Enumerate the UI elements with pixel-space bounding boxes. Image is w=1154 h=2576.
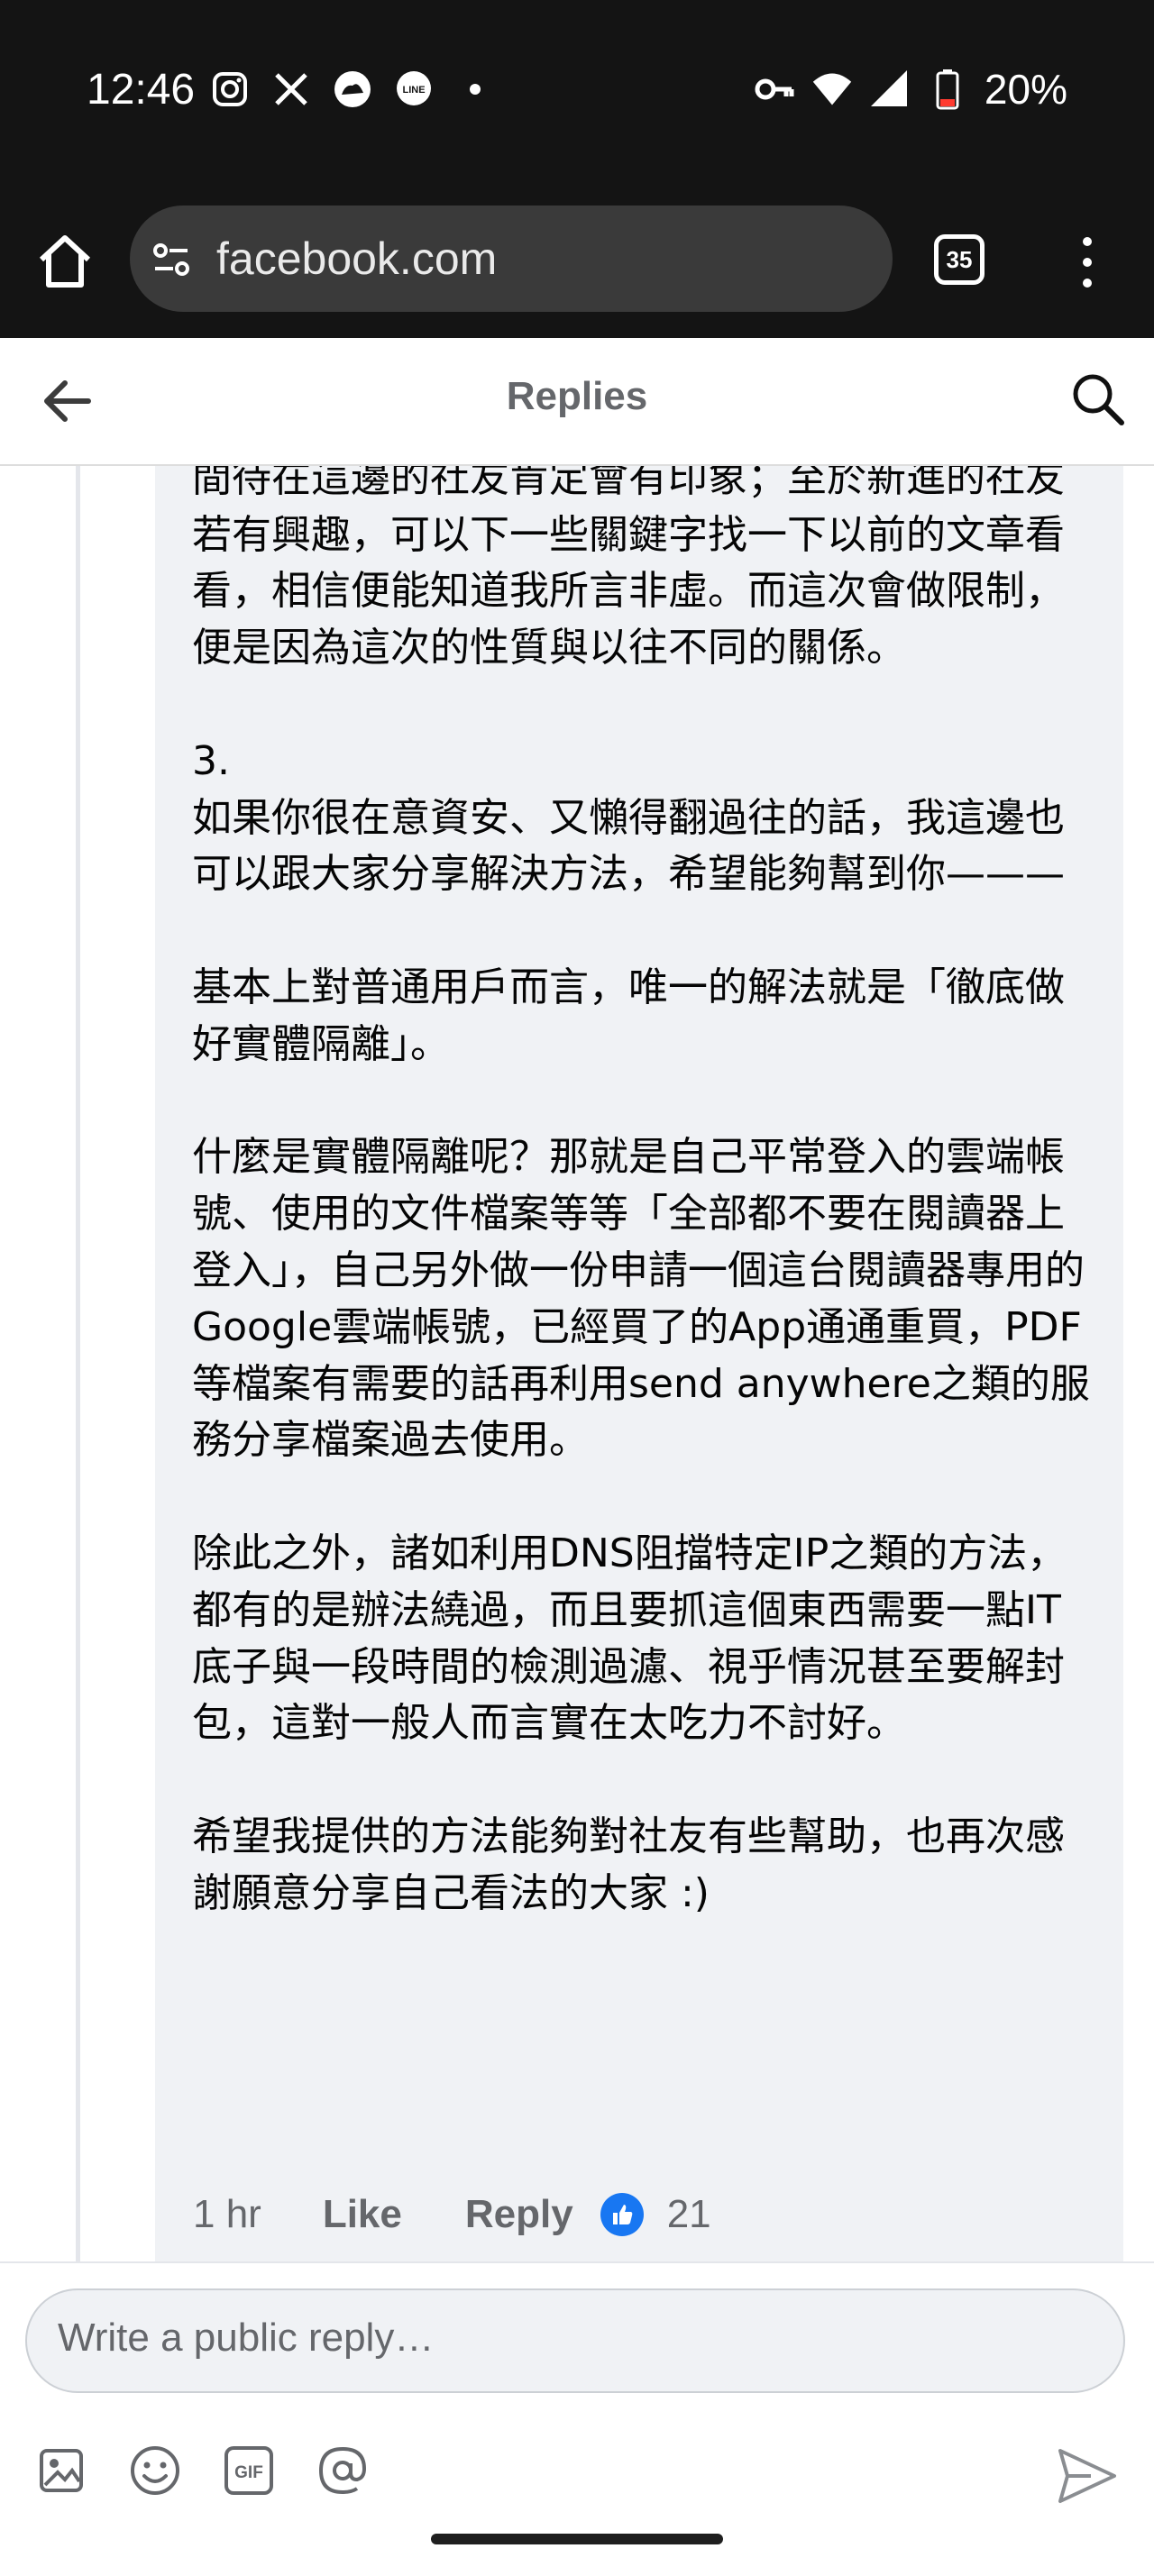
comment-timestamp[interactable]: 1 hr — [193, 2192, 261, 2237]
mention-icon[interactable] — [316, 2444, 370, 2498]
comment-thread[interactable]: 討論，而我們從來都是歡迎討論的態度，相信長時間待在這邊的社友肯定會有印象；至於新… — [0, 466, 1154, 2261]
clock: 12:46 — [87, 66, 196, 114]
url-text: facebook.com — [216, 233, 498, 284]
thumbs-up-icon[interactable] — [600, 2193, 644, 2236]
signal-icon — [869, 69, 911, 110]
composer-tools: GIF — [34, 2444, 370, 2498]
status-bar: 12:46 LINE 20% — [0, 0, 1154, 189]
home-icon[interactable] — [32, 229, 97, 294]
comment-body: 討論，而我們從來都是歡迎討論的態度，相信長時間待在這邊的社友肯定會有印象；至於新… — [192, 466, 1090, 1916]
more-options-icon[interactable] — [1069, 231, 1105, 294]
dot-icon — [454, 69, 496, 110]
svg-text:GIF: GIF — [234, 2463, 263, 2482]
tab-switcher-button[interactable]: 35 — [934, 234, 985, 285]
comment-actions: 1 hr Like Reply 21 — [193, 2192, 711, 2237]
battery-percent: 20% — [984, 66, 1067, 113]
key-icon — [754, 69, 795, 110]
search-icon[interactable] — [1069, 370, 1127, 428]
line-icon: LINE — [393, 69, 435, 110]
x-icon — [270, 69, 312, 110]
reaction-count[interactable]: 21 — [667, 2192, 711, 2237]
home-indicator[interactable] — [431, 2534, 723, 2544]
browser-toolbar: facebook.com 35 — [0, 189, 1154, 338]
emoji-icon[interactable] — [128, 2444, 182, 2498]
wifi-icon — [811, 69, 853, 110]
thread-line — [76, 466, 80, 2261]
page-title: Replies — [506, 374, 648, 418]
battery-icon — [927, 69, 968, 110]
instagram-icon — [209, 69, 251, 110]
reply-composer: Write a public reply… GIF — [0, 2261, 1154, 2576]
send-icon[interactable] — [1055, 2444, 1120, 2508]
notification-icons: LINE — [209, 69, 496, 110]
reply-button[interactable]: Reply — [465, 2192, 573, 2237]
replies-header: Replies — [0, 338, 1154, 466]
system-icons: 20% — [754, 65, 1067, 114]
like-button[interactable]: Like — [323, 2192, 402, 2237]
photo-icon[interactable] — [34, 2444, 88, 2498]
reply-input[interactable]: Write a public reply… — [25, 2288, 1125, 2393]
address-bar[interactable]: facebook.com — [130, 206, 893, 312]
cloud-app-icon — [332, 69, 373, 110]
gif-icon[interactable]: GIF — [222, 2444, 276, 2498]
svg-text:LINE: LINE — [402, 85, 425, 96]
site-settings-icon[interactable] — [150, 238, 193, 281]
